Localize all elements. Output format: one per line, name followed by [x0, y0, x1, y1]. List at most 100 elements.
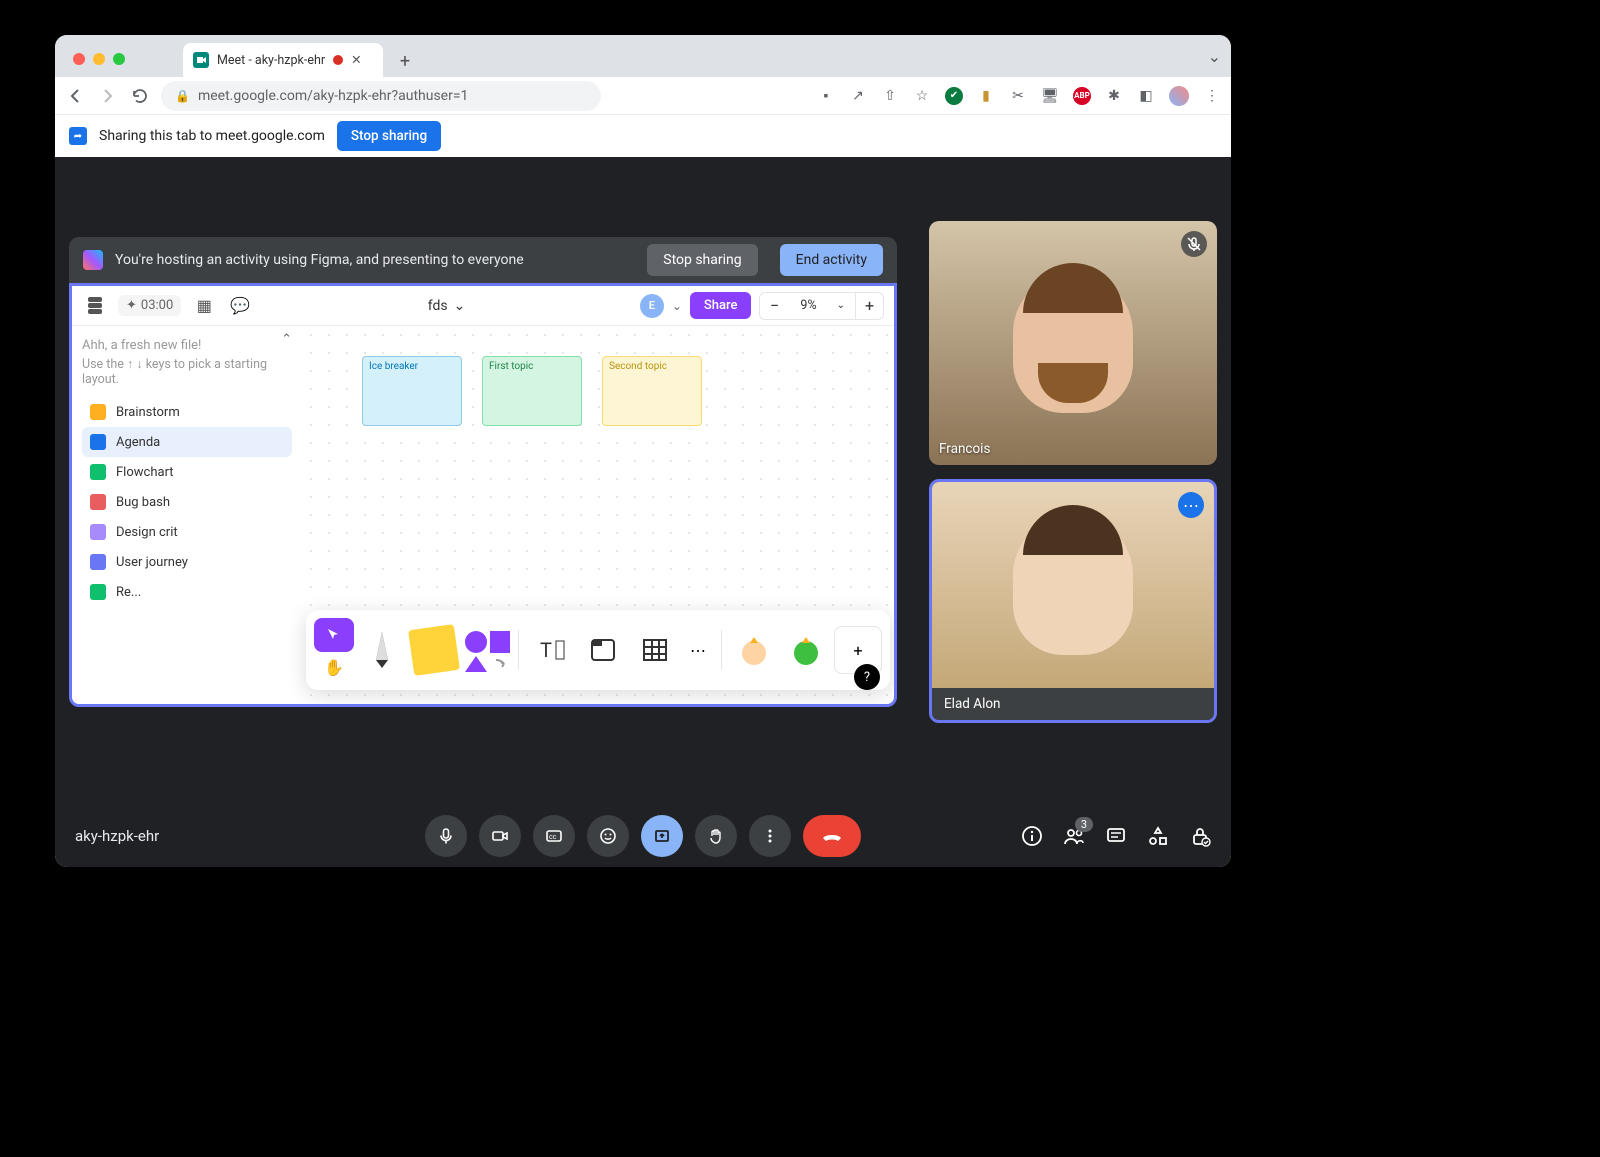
- activity-banner: You're hosting an activity using Figma, …: [69, 237, 897, 283]
- layout-icon[interactable]: ▦: [191, 293, 217, 319]
- template-label: Re...: [116, 585, 141, 600]
- chrome-menu-icon[interactable]: ⋮: [1203, 87, 1221, 105]
- doc-name-dropdown[interactable]: fds ⌄: [428, 298, 466, 314]
- bookmark-star-icon[interactable]: ☆: [913, 87, 931, 105]
- zoom-out-button[interactable]: −: [760, 292, 788, 320]
- zoom-value[interactable]: 9%: [792, 298, 824, 313]
- zoom-control: − 9% ⌄ +: [759, 292, 884, 320]
- template-bug-bash[interactable]: Bug bash: [82, 487, 292, 517]
- open-external-icon[interactable]: ↗: [849, 87, 867, 105]
- participant-tile-francois[interactable]: Francois: [929, 221, 1217, 465]
- chevron-down-icon[interactable]: ⌄: [672, 299, 682, 313]
- sharing-banner-text: Sharing this tab to meet.google.com: [99, 128, 325, 144]
- back-button[interactable]: [65, 85, 87, 107]
- address-bar[interactable]: 🔒 meet.google.com/aky-hzpk-ehr?authuser=…: [161, 81, 601, 111]
- help-button[interactable]: ?: [854, 664, 880, 690]
- template-agenda[interactable]: Agenda: [82, 427, 292, 457]
- more-options-button[interactable]: [749, 815, 791, 857]
- table-tool[interactable]: [631, 626, 679, 674]
- svg-text:cc: cc: [549, 833, 557, 841]
- timer-value: 03:00: [141, 298, 173, 313]
- template-re-[interactable]: Re...: [82, 577, 292, 607]
- side-panel-icon[interactable]: ◧: [1137, 87, 1155, 105]
- figma-canvas[interactable]: Ice breaker First topic Second topic ✋: [302, 326, 894, 704]
- close-panel-icon[interactable]: ⌃: [281, 332, 292, 347]
- text-tool[interactable]: T: [527, 626, 575, 674]
- forward-button[interactable]: [97, 85, 119, 107]
- section-tool[interactable]: [579, 626, 627, 674]
- maximize-window-icon[interactable]: [113, 53, 125, 65]
- template-flowchart[interactable]: Flowchart: [82, 457, 292, 487]
- reload-button[interactable]: [129, 85, 151, 107]
- sticky-first-topic[interactable]: First topic: [482, 356, 582, 426]
- more-tools-button[interactable]: ⋯: [683, 626, 713, 674]
- share-icon[interactable]: ⇧: [881, 87, 899, 105]
- template-label: Agenda: [116, 435, 160, 450]
- template-label: Flowchart: [116, 465, 174, 480]
- close-window-icon[interactable]: [73, 53, 85, 65]
- template-icon: [90, 524, 106, 540]
- captions-button[interactable]: cc: [533, 815, 575, 857]
- pencil-tool[interactable]: [358, 626, 406, 674]
- more-options-icon[interactable]: ⋯: [1178, 492, 1204, 518]
- stamp-tool-1[interactable]: [730, 626, 778, 674]
- new-tab-button[interactable]: +: [391, 47, 419, 75]
- camera-button[interactable]: [479, 815, 521, 857]
- extensions-puzzle-icon[interactable]: ✱: [1105, 87, 1123, 105]
- meet-bottom-bar: aky-hzpk-ehr cc 3: [55, 805, 1231, 867]
- template-design-crit[interactable]: Design crit: [82, 517, 292, 547]
- shapes-tool[interactable]: [462, 626, 510, 674]
- timer-widget[interactable]: ✦ 03:00: [118, 295, 181, 316]
- meeting-code: aky-hzpk-ehr: [75, 827, 159, 845]
- reactions-button[interactable]: [587, 815, 629, 857]
- end-activity-button[interactable]: End activity: [780, 244, 883, 276]
- raise-hand-button[interactable]: [695, 815, 737, 857]
- stop-sharing-banner-button[interactable]: Stop sharing: [337, 121, 441, 151]
- template-user-journey[interactable]: User journey: [82, 547, 292, 577]
- browser-tab[interactable]: Meet - aky-hzpk-ehr ✕: [183, 43, 383, 77]
- extension-green-icon[interactable]: ✔: [945, 87, 963, 105]
- recording-indicator-icon: [333, 55, 343, 65]
- comment-icon[interactable]: 💬: [227, 293, 253, 319]
- tabs-dropdown-icon[interactable]: ⌄: [1208, 47, 1221, 66]
- extension-abp-icon[interactable]: ABP: [1073, 87, 1091, 105]
- figma-share-button[interactable]: Share: [690, 292, 752, 319]
- sticky-note-tool[interactable]: [410, 626, 458, 674]
- template-label: Bug bash: [116, 495, 170, 510]
- zoom-in-button[interactable]: +: [855, 292, 883, 320]
- lock-icon: 🔒: [175, 89, 190, 103]
- meeting-info-button[interactable]: [1021, 825, 1043, 847]
- chevron-down-icon: ⌄: [454, 298, 466, 314]
- hand-tool[interactable]: ✋: [314, 652, 354, 682]
- template-icon: [90, 434, 106, 450]
- minimize-window-icon[interactable]: [93, 53, 105, 65]
- stamp-tool-2[interactable]: [782, 626, 830, 674]
- close-tab-icon[interactable]: ✕: [351, 52, 361, 68]
- chevron-down-icon[interactable]: ⌄: [829, 300, 851, 311]
- present-button[interactable]: [641, 815, 683, 857]
- sticky-ice-breaker[interactable]: Ice breaker: [362, 356, 462, 426]
- template-brainstorm[interactable]: Brainstorm: [82, 397, 292, 427]
- people-button[interactable]: 3: [1063, 825, 1085, 847]
- hangup-button[interactable]: [803, 815, 861, 857]
- user-avatar[interactable]: E: [640, 294, 664, 318]
- extension-monitor-icon[interactable]: 🖥: [1041, 87, 1059, 105]
- host-controls-button[interactable]: [1189, 825, 1211, 847]
- sticky-second-topic[interactable]: Second topic: [602, 356, 702, 426]
- chat-button[interactable]: [1105, 825, 1127, 847]
- participant-tile-elad[interactable]: ⋯ Elad Alon: [929, 479, 1217, 723]
- figma-toolbar: ✦ 03:00 ▦ 💬 fds ⌄ E ⌄ Share − 9% ⌄: [72, 286, 894, 326]
- template-icon: [90, 494, 106, 510]
- extension-book-icon[interactable]: ▮: [977, 87, 995, 105]
- extension-scissors-icon[interactable]: ✂: [1009, 87, 1027, 105]
- activity-stop-sharing-button[interactable]: Stop sharing: [647, 244, 757, 276]
- select-tool[interactable]: [314, 618, 354, 652]
- tab-strip: Meet - aky-hzpk-ehr ✕ + ⌄: [55, 35, 1231, 77]
- microphone-button[interactable]: [425, 815, 467, 857]
- figma-main-menu[interactable]: [82, 293, 108, 319]
- profile-avatar[interactable]: [1169, 86, 1189, 106]
- template-label: User journey: [116, 555, 188, 570]
- camera-indicator-icon[interactable]: ▪: [817, 87, 835, 105]
- activities-button[interactable]: [1147, 825, 1169, 847]
- template-icon: [90, 554, 106, 570]
